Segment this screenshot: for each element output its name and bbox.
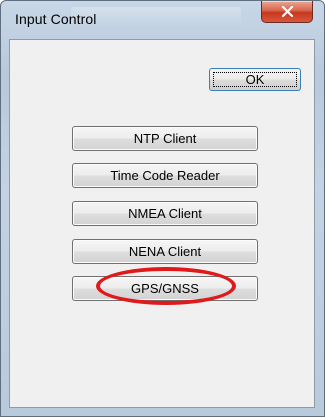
ntp-client-button[interactable]: NTP Client bbox=[72, 126, 258, 151]
close-button[interactable] bbox=[261, 1, 313, 23]
dialog-body: OK NTP Client Time Code Reader NMEA Clie… bbox=[9, 39, 315, 408]
window-title: Input Control bbox=[15, 11, 97, 27]
nmea-client-button[interactable]: NMEA Client bbox=[72, 201, 258, 226]
gps-gnss-button[interactable]: GPS/GNSS bbox=[72, 276, 258, 301]
input-control-window: Input Control OK NTP Client Time Code Re… bbox=[0, 0, 325, 417]
title-bar[interactable]: Input Control bbox=[1, 1, 324, 39]
nena-client-button[interactable]: NENA Client bbox=[72, 239, 258, 264]
ok-button-label: OK bbox=[245, 72, 265, 87]
title-bar-reflection bbox=[71, 7, 241, 29]
time-code-reader-button[interactable]: Time Code Reader bbox=[72, 163, 258, 188]
ok-button[interactable]: OK bbox=[209, 68, 301, 91]
close-icon bbox=[281, 6, 293, 17]
